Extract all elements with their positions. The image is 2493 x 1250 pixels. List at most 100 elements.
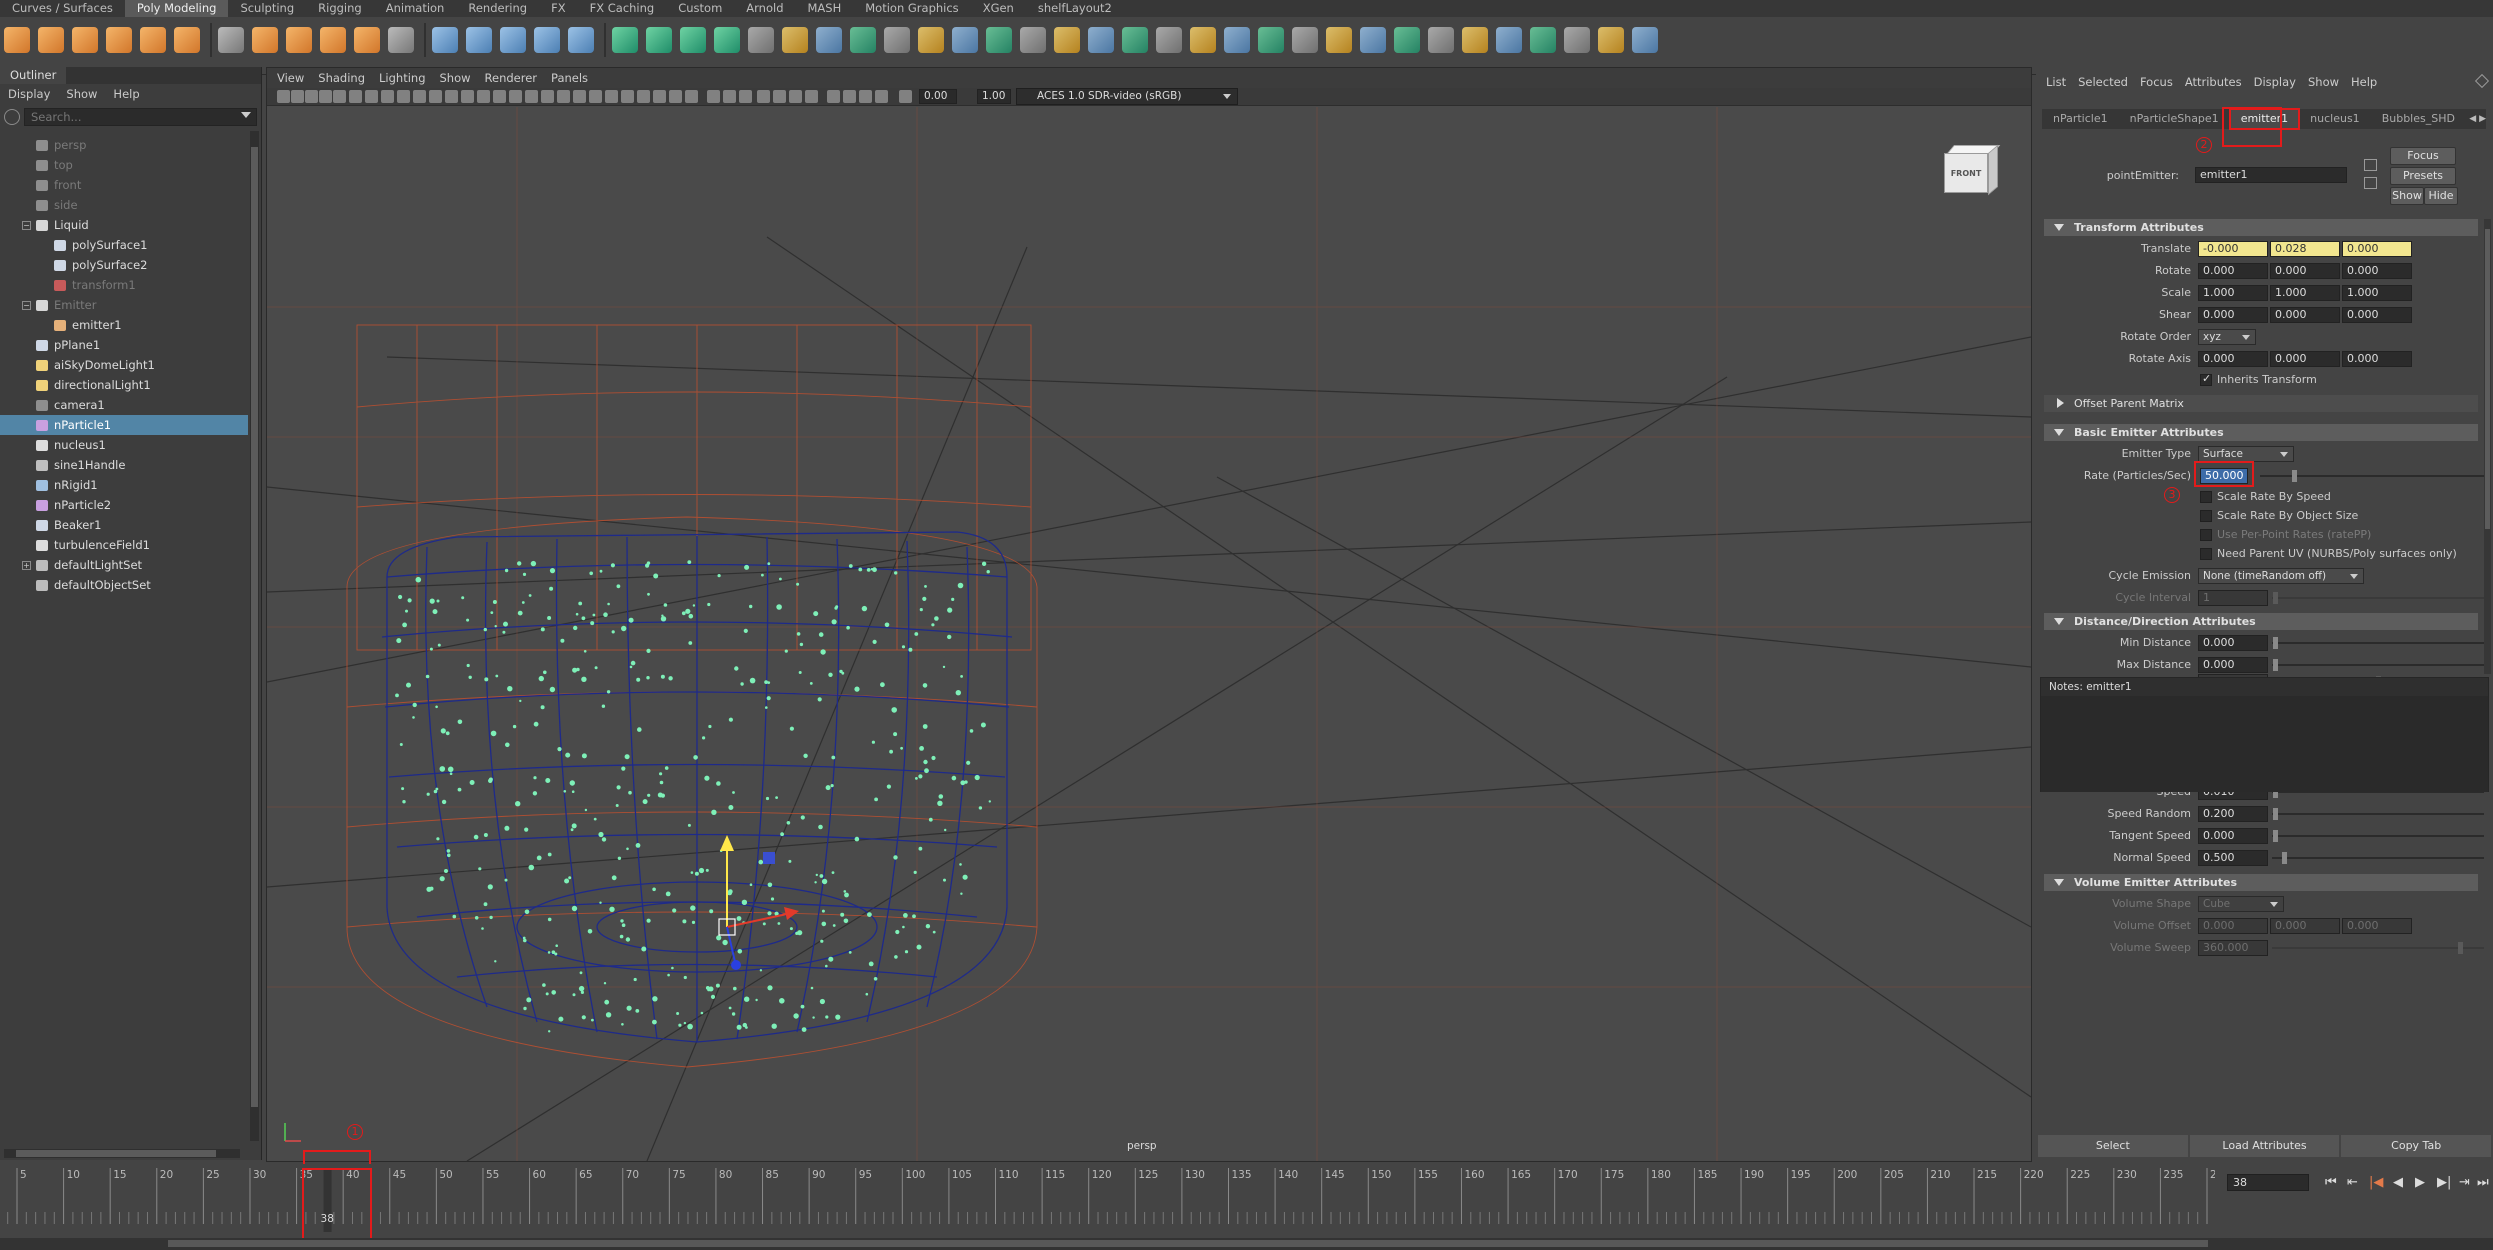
shelf-tool-icon[interactable] [1496, 27, 1522, 53]
outliner-item-nucleus1[interactable]: nucleus1 [0, 435, 248, 455]
viewport-tool-icon[interactable] [739, 90, 752, 103]
exposure-field[interactable]: 0.00 [919, 89, 957, 104]
shelf-tool-icon[interactable] [1632, 27, 1658, 53]
viewcube-front-face[interactable]: FRONT [1944, 153, 1988, 193]
tab-bubbles-shd[interactable]: Bubbles_SHD [2371, 109, 2466, 129]
viewport-tool-icon[interactable] [899, 90, 912, 103]
tangent-speed-field[interactable]: 0.000 [2198, 828, 2268, 844]
text-icon[interactable] [320, 27, 346, 53]
scale-z-field[interactable]: 1.000 [2342, 285, 2412, 301]
poly-plane-icon[interactable] [174, 27, 200, 53]
platonic-icon[interactable] [218, 27, 244, 53]
outliner-menu-show[interactable]: Show [66, 87, 97, 101]
poly-sphere-icon[interactable] [4, 27, 30, 53]
shelf-tool-icon[interactable] [1088, 27, 1114, 53]
shelf-tool-icon[interactable] [816, 27, 842, 53]
shelf-tab-arnold[interactable]: Arnold [734, 0, 795, 17]
viewport-tool-icon[interactable] [319, 90, 332, 103]
outliner-item-front[interactable]: front [0, 175, 248, 195]
outliner-item-camera1[interactable]: camera1 [0, 395, 248, 415]
viewport-tool-icon[interactable] [589, 90, 602, 103]
cycle-interval-slider[interactable] [2272, 597, 2484, 599]
shelf-tab-custom[interactable]: Custom [666, 0, 734, 17]
tab-scroll-arrows-icon[interactable]: ◀ ▶ [2469, 114, 2486, 124]
tab-nparticle1[interactable]: nParticle1 [2042, 109, 2119, 129]
focus-node-icon[interactable] [2364, 159, 2377, 171]
shelf-tool-icon[interactable] [1122, 27, 1148, 53]
shelf-tool-icon[interactable] [1156, 27, 1182, 53]
viewport-tool-icon[interactable] [557, 90, 570, 103]
volume-sweep-field[interactable]: 360.000 [2198, 940, 2268, 956]
viewport-tool-icon[interactable] [541, 90, 554, 103]
volume-offset-z-field[interactable]: 0.000 [2342, 918, 2412, 934]
viewport-tool-icon[interactable] [277, 90, 290, 103]
go-to-start-icon[interactable]: ⏮ [2325, 1174, 2337, 1191]
collapse-icon[interactable]: − [22, 301, 31, 310]
max-distance-field[interactable]: 0.000 [2198, 657, 2268, 673]
direction-y-slider[interactable] [2272, 703, 2484, 705]
viewport-tool-icon[interactable] [397, 90, 410, 103]
translate-y-field[interactable]: 0.028 [2270, 241, 2340, 257]
outliner-item-liquid[interactable]: − Liquid [0, 215, 248, 235]
extract-icon[interactable] [466, 27, 492, 53]
cycle-interval-slider-handle[interactable] [2273, 592, 2278, 604]
viewport-tool-icon[interactable] [605, 90, 618, 103]
play-backward-icon[interactable]: ◀ [2393, 1174, 2403, 1191]
svg-icon[interactable] [354, 27, 380, 53]
shelf-tool-icon[interactable] [748, 27, 774, 53]
shelf-tool-icon[interactable] [850, 27, 876, 53]
translate-x-field[interactable]: -0.000 [2198, 241, 2268, 257]
sweep-mesh-icon[interactable] [286, 27, 312, 53]
shelf-tab-motion-graphics[interactable]: Motion Graphics [853, 0, 970, 17]
tab-nparticleshape1[interactable]: nParticleShape1 [2119, 109, 2230, 129]
viewport-tool-icon[interactable] [685, 90, 698, 103]
direction-z-slider[interactable] [2272, 725, 2484, 727]
outliner-item-directionallight1[interactable]: directionalLight1 [0, 375, 248, 395]
viewport-menu-lighting[interactable]: Lighting [379, 71, 425, 85]
max-distance-slider[interactable] [2272, 664, 2484, 666]
max-distance-slider-handle[interactable] [2273, 659, 2278, 671]
viewport-tool-icon[interactable] [859, 90, 872, 103]
shear-z-field[interactable]: 0.000 [2342, 307, 2412, 323]
ae-menu-focus[interactable]: Focus [2140, 75, 2173, 89]
volume-shape-dropdown[interactable]: Cube [2198, 896, 2284, 912]
chevron-down-icon[interactable] [241, 112, 251, 118]
scrollbar-thumb[interactable] [251, 147, 258, 1107]
spread-slider[interactable] [2272, 747, 2484, 749]
direction-x-slider-handle[interactable] [2376, 676, 2381, 688]
select-node-icon[interactable] [2364, 177, 2377, 189]
direction-y-field[interactable]: 0.000 [2198, 696, 2268, 712]
shelf-tool-icon[interactable] [1598, 27, 1624, 53]
inherits-transform-checkbox[interactable] [2200, 372, 2212, 386]
outliner-item-persp[interactable]: persp [0, 135, 248, 155]
need-parent-uv-checkbox[interactable] [2200, 548, 2212, 560]
shelf-tool-icon[interactable] [782, 27, 808, 53]
separate-icon[interactable] [432, 27, 458, 53]
poly-cube-icon[interactable] [38, 27, 64, 53]
ae-menu-attributes[interactable]: Attributes [2185, 75, 2242, 89]
shelf-tool-icon[interactable] [1360, 27, 1386, 53]
outliner-vertical-scrollbar[interactable] [250, 131, 259, 1141]
shelf-tab-fx[interactable]: FX [539, 0, 578, 17]
gamma-field[interactable]: 1.00 [977, 89, 1011, 104]
outliner-item-beaker1[interactable]: Beaker1 [0, 515, 248, 535]
cycle-emission-dropdown[interactable]: None (timeRandom off) [2198, 568, 2364, 584]
shear-x-field[interactable]: 0.000 [2198, 307, 2268, 323]
min-distance-slider[interactable] [2272, 642, 2484, 644]
viewport-scene[interactable] [267, 107, 2031, 1161]
viewport-menu-view[interactable]: View [277, 71, 304, 85]
shelf-tab-curves-surfaces[interactable]: Curves / Surfaces [0, 0, 125, 17]
shelf-tab-sculpting[interactable]: Sculpting [228, 0, 306, 17]
ae-menu-help[interactable]: Help [2351, 75, 2377, 89]
play-forward-icon[interactable]: ▶ [2415, 1174, 2425, 1191]
bridge-icon[interactable] [568, 27, 594, 53]
rotate-axis-z-field[interactable]: 0.000 [2342, 351, 2412, 367]
shelf-tool-icon[interactable] [1190, 27, 1216, 53]
shelf-tool-icon[interactable] [1054, 27, 1080, 53]
shelf-tool-icon[interactable] [1292, 27, 1318, 53]
extrude-icon[interactable] [612, 27, 638, 53]
shelf-tool-icon[interactable] [986, 27, 1012, 53]
outliner-item-turbulencefield1[interactable]: turbulenceField1 [0, 535, 248, 555]
poly-torus-icon[interactable] [140, 27, 166, 53]
cycle-interval-field[interactable]: 1 [2198, 590, 2268, 606]
